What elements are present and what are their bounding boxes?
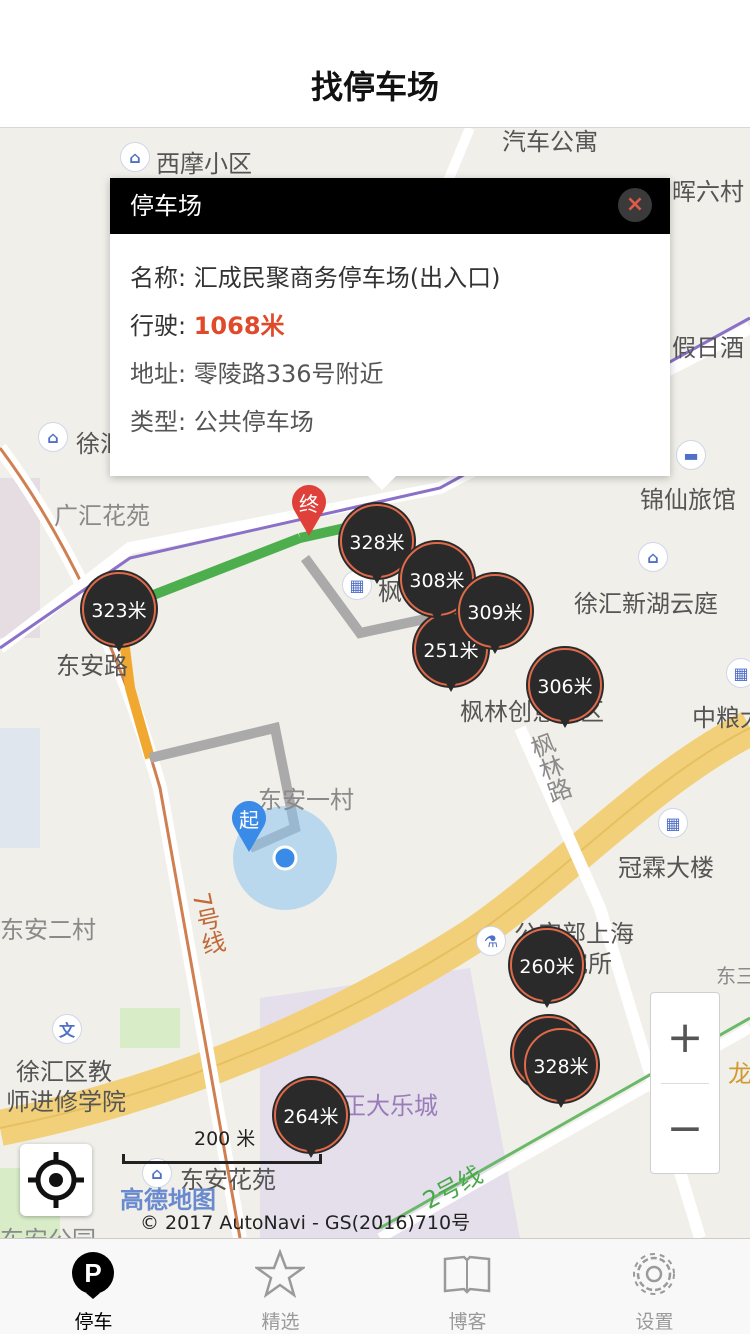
lab-icon: ⚗: [476, 926, 506, 956]
map-view[interactable]: 西摩小区 ⌂ 汽车公寓 晖六村 假日酒 ⌂ 徐汇 广汇花苑 ▬ 锦仙旅馆 ⌂ 徐…: [0, 128, 750, 1238]
tab-parking[interactable]: P 停车: [0, 1239, 187, 1335]
start-marker: 起: [230, 800, 268, 852]
gear-icon: [633, 1253, 675, 1295]
map-label: 锦仙旅馆: [640, 486, 736, 514]
drive-distance: 1068米: [193, 312, 285, 340]
popup-type-row: 类型: 公共停车场: [130, 408, 314, 436]
parking-address: 零陵路336号附近: [193, 360, 384, 388]
nav-header: 找停车场: [0, 0, 750, 128]
map-label: 龙: [728, 1060, 750, 1088]
tab-bar: P 停车 精选 博客 设置: [0, 1238, 750, 1334]
parking-pin[interactable]: 328米: [524, 1028, 598, 1116]
map-label: 东安二村: [0, 916, 96, 944]
map-copyright: © 2017 AutoNavi - GS(2016)710号: [140, 1212, 471, 1234]
map-label: 西摩小区: [156, 150, 252, 178]
map-label: 正大乐城: [342, 1092, 438, 1120]
home-icon: ⌂: [638, 542, 668, 572]
building-icon: ▦: [726, 658, 750, 688]
hotel-icon: ▬: [676, 440, 706, 470]
locate-button[interactable]: [20, 1144, 92, 1216]
tab-blog[interactable]: 博客: [374, 1239, 561, 1335]
tab-featured[interactable]: 精选: [187, 1239, 374, 1335]
parking-type: 公共停车场: [193, 408, 314, 436]
parking-name: 汇成民聚商务停车场(出入口): [193, 264, 501, 292]
popup-pointer: [368, 476, 396, 490]
zoom-out-button[interactable]: −: [651, 1084, 719, 1174]
building-icon: ▦: [658, 808, 688, 838]
map-label: 东三: [716, 964, 750, 988]
parking-pin[interactable]: 323米: [82, 572, 156, 660]
map-label: 晖六村: [672, 178, 744, 206]
parking-pin[interactable]: 306米: [528, 648, 602, 736]
star-icon: [255, 1249, 305, 1299]
map-label: 徐汇新湖云庭: [574, 590, 718, 618]
parking-icon: P: [72, 1252, 114, 1299]
crosshair-icon: [28, 1152, 84, 1208]
school-icon: 文: [52, 1014, 82, 1044]
map-label: 冠霖大楼: [618, 854, 714, 882]
zoom-control: + −: [650, 992, 720, 1174]
popup-distance-row: 行驶: 1068米: [130, 312, 285, 340]
end-marker: 终: [290, 484, 328, 536]
popup-address-row: 地址: 零陵路336号附近: [130, 360, 384, 388]
map-label: 广汇花苑: [54, 502, 150, 530]
popup-title: 停车场: [110, 178, 670, 234]
book-icon: [443, 1255, 491, 1294]
map-label: 东安一村: [258, 786, 354, 814]
close-icon[interactable]: ×: [618, 188, 652, 222]
zoom-in-button[interactable]: +: [651, 993, 719, 1083]
map-label: 中粮大: [692, 704, 750, 732]
map-label: 师进修学院: [6, 1088, 126, 1116]
page-title: 找停车场: [310, 68, 439, 106]
svg-text:P: P: [84, 1258, 101, 1288]
parking-pin[interactable]: 260米: [510, 928, 584, 1016]
home-icon: ⌂: [120, 142, 150, 172]
parking-pin[interactable]: 264米: [274, 1078, 348, 1166]
parking-info-popup: 停车场 × 名称: 汇成民聚商务停车场(出入口) 行驶: 1068米 地址: 零…: [110, 178, 670, 490]
map-label: 汽车公寓: [502, 128, 598, 156]
parking-pin[interactable]: 309米: [458, 574, 532, 662]
popup-name-row: 名称: 汇成民聚商务停车场(出入口): [130, 264, 501, 292]
map-label: 假日酒: [672, 334, 744, 362]
tab-settings[interactable]: 设置: [561, 1239, 748, 1335]
home-icon: ⌂: [38, 422, 68, 452]
map-label: 东安公园: [0, 1220, 96, 1238]
